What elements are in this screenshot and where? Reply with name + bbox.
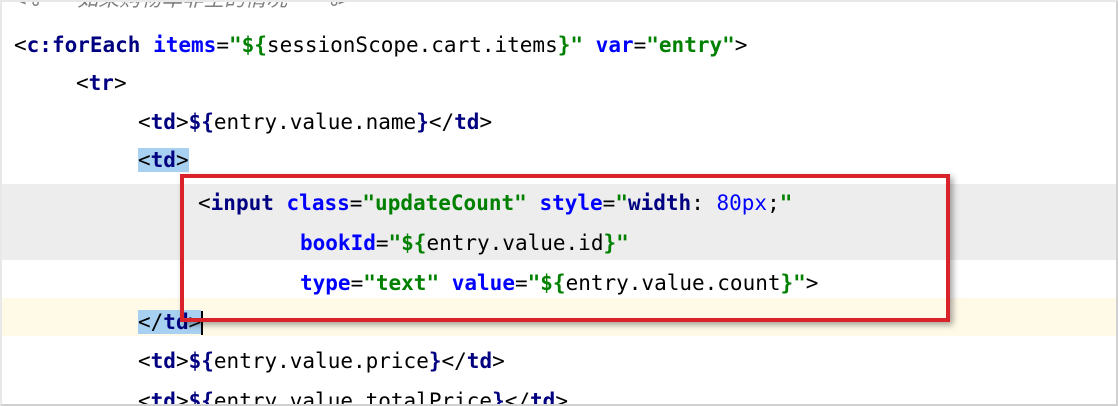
code-token: :	[691, 191, 717, 215]
code-token: td	[150, 389, 176, 406]
code-token: }	[416, 110, 429, 134]
code-token: "${	[228, 33, 267, 57]
code-line: <td>${entry.value.price}</td>	[138, 342, 505, 380]
code-token: <	[138, 110, 151, 134]
code-token: entry.value.id	[426, 231, 604, 255]
code-token: width	[627, 191, 692, 215]
code-token: >	[175, 349, 189, 373]
code-token: =	[216, 33, 229, 57]
code-token: </	[138, 310, 164, 334]
code-token: "text"	[363, 271, 440, 295]
code-line: </td>	[138, 303, 204, 341]
code-token: >	[175, 110, 189, 134]
code-token: ${	[188, 349, 214, 373]
code-token: <	[138, 349, 151, 373]
code-token: items	[153, 33, 217, 57]
code-line: <tr>	[76, 64, 127, 102]
code-token: </	[428, 110, 455, 134]
code-token: =	[602, 191, 616, 215]
code-line: <input class="updateCount" style="width:…	[198, 184, 792, 222]
code-token: >	[805, 271, 819, 295]
code-token: ${	[188, 389, 214, 406]
code-token: tr	[88, 71, 114, 95]
code-line: <%-- 如果购物车非空的情况 --%>	[14, 2, 350, 18]
code-token: >	[175, 389, 189, 406]
code-token: </	[504, 389, 531, 406]
code-token: =	[633, 33, 647, 57]
code-token: class	[286, 191, 350, 215]
code-token: "entry"	[646, 33, 735, 57]
code-token: >	[492, 349, 505, 373]
code-token: "${	[527, 271, 566, 295]
code-token: bookId	[300, 231, 376, 255]
code-token: >	[113, 71, 127, 95]
code-token: >	[734, 33, 748, 57]
code-token: entry.value.name	[213, 110, 417, 134]
code-token: td	[466, 349, 493, 373]
code-token: <	[14, 33, 27, 57]
code-token: td	[150, 148, 176, 172]
code-token: td	[150, 349, 176, 373]
code-token: entry.value.totalPrice	[213, 389, 493, 406]
code-token: >	[188, 310, 202, 334]
code-token: td	[150, 110, 176, 134]
code-token: style	[539, 191, 603, 215]
code-editor[interactable]: <%-- 如果购物车非空的情况 --%><c:forEach items="${…	[0, 0, 1118, 406]
code-token: entry.value.count	[565, 271, 781, 295]
code-token: ${	[188, 110, 214, 134]
code-token: }"	[780, 271, 806, 295]
code-token: sessionScope.cart.items	[266, 33, 558, 57]
code-token: <	[138, 389, 151, 406]
code-token: <	[76, 71, 89, 95]
code-token: entry.value.price	[213, 349, 429, 373]
code-token: >	[175, 148, 189, 172]
code-token: =	[514, 271, 528, 295]
code-line: <c:forEach items="${sessionScope.cart.it…	[14, 26, 747, 64]
code-token: <	[138, 148, 151, 172]
code-token: <	[198, 191, 211, 215]
code-token: "	[779, 191, 793, 215]
code-line: <td>${entry.value.name}</td>	[138, 103, 492, 141]
code-line: type="text" value="${entry.value.count}"…	[300, 264, 818, 302]
code-token: type	[300, 271, 351, 295]
code-token: c:forEach	[26, 33, 141, 57]
code-token: >	[555, 389, 568, 406]
code-token: td	[454, 110, 480, 134]
code-token: td	[163, 310, 189, 334]
code-token: }	[428, 349, 442, 373]
code-token: "${	[388, 231, 427, 255]
code-token: =	[350, 271, 364, 295]
code-token: </	[441, 349, 467, 373]
text-cursor	[201, 311, 204, 335]
code-token: "	[615, 191, 628, 215]
code-token: <%-- 如果购物车非空的情况 --%>	[14, 2, 350, 11]
code-token: var	[595, 33, 634, 57]
code-token: td	[530, 389, 556, 406]
code-token: }	[492, 389, 505, 406]
code-line: <td>${entry.value.totalPrice}</td>	[138, 382, 568, 406]
code-token: }"	[603, 231, 629, 255]
code-token: value	[451, 271, 515, 295]
code-token: }"	[557, 33, 584, 57]
code-token: =	[349, 191, 363, 215]
code-token: =	[375, 231, 389, 255]
code-token: ;	[767, 191, 780, 215]
code-token: >	[479, 110, 493, 134]
code-line: <td>	[138, 141, 189, 179]
code-token: 80px	[716, 191, 768, 215]
code-line: bookId="${entry.value.id}"	[300, 224, 629, 262]
code-token: "updateCount"	[362, 191, 527, 215]
code-token: input	[210, 191, 274, 215]
